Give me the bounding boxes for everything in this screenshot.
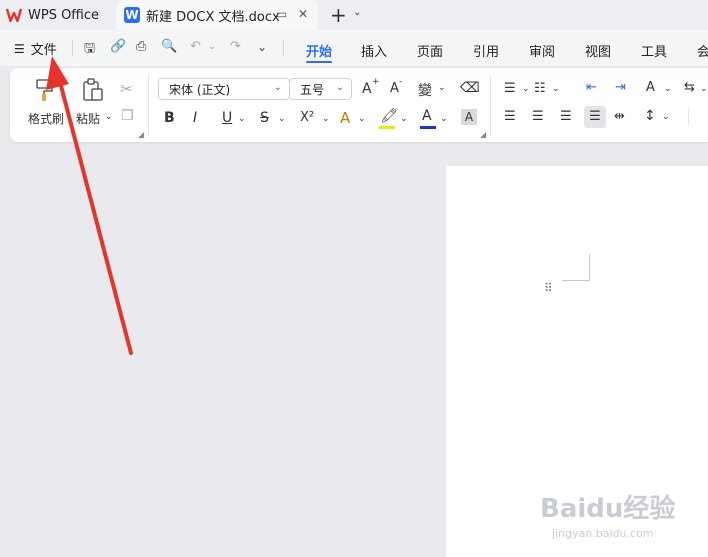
red-annotation-arrow — [46, 56, 133, 355]
